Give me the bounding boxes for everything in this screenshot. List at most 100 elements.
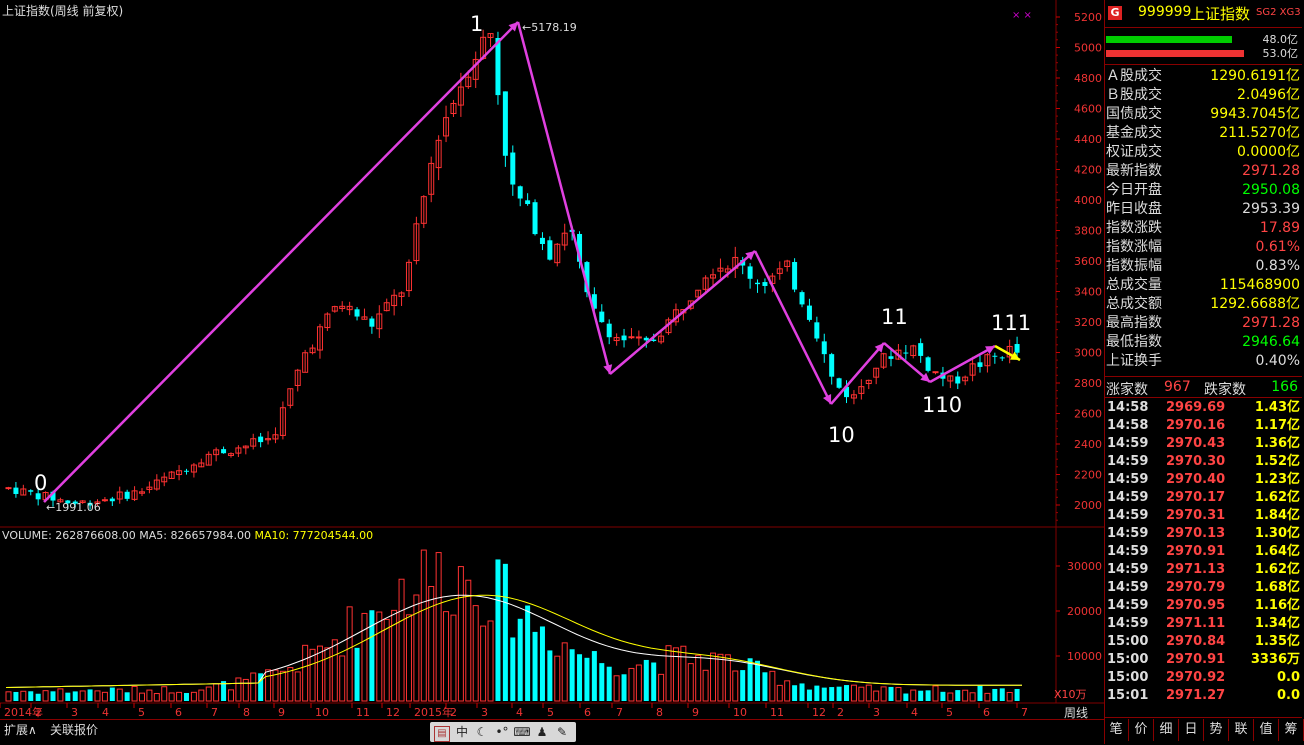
volume-bar — [72, 691, 78, 701]
volume-bar — [1014, 688, 1020, 701]
price-tick-label: 2200 — [1074, 469, 1102, 482]
stat-row: 最低指数 2946.64 — [1104, 333, 1302, 352]
volume-bar — [79, 690, 86, 702]
dot-icon[interactable]: •° — [492, 722, 512, 742]
user-icon[interactable]: ♟ — [532, 722, 552, 742]
panel-tab[interactable]: 价 — [1129, 719, 1154, 741]
candle-body — [903, 352, 909, 354]
price-tick-label: 4000 — [1074, 194, 1102, 207]
volume-bar — [888, 686, 894, 701]
tick-price: 2970.79 — [1166, 580, 1226, 595]
volume-bar — [20, 690, 27, 702]
candle-body — [5, 487, 12, 490]
wrench-icon[interactable]: ✎ — [552, 722, 572, 742]
volume-bar — [405, 614, 412, 702]
divider — [1104, 376, 1302, 377]
panel-tab[interactable]: 日 — [1179, 719, 1204, 741]
volume-bar — [161, 686, 168, 702]
volume-bar — [443, 611, 450, 702]
volume-bar — [947, 692, 954, 702]
volume-bar — [769, 670, 776, 702]
time-tick-label: 2 — [837, 706, 844, 719]
tick-price: 2970.91 — [1166, 652, 1226, 667]
stat-label: 指数涨幅 — [1106, 239, 1162, 255]
toolbar: ▤ 中 ☾ •° ⌨ ♟ ✎ — [430, 722, 576, 742]
price-tick-label: 3000 — [1074, 347, 1102, 360]
panel-tab[interactable]: 细 — [1154, 719, 1179, 741]
volume-bar — [413, 594, 420, 702]
advance-decline-row: 涨家数 967 跌家数 166 — [1106, 379, 1300, 398]
tick-time: 14:58 — [1107, 418, 1149, 433]
tick-amount: 1.35亿 — [1254, 634, 1300, 649]
wave-line — [43, 21, 519, 503]
tick-price: 2970.40 — [1166, 472, 1226, 487]
price-tick-label: 2800 — [1074, 377, 1102, 390]
stat-row: 国债成交 9943.7045亿 — [1104, 105, 1302, 124]
stat-row: 最高指数 2971.28 — [1104, 314, 1302, 333]
panel-tab[interactable]: 值 — [1254, 719, 1279, 741]
tick-price: 2970.92 — [1166, 670, 1226, 685]
related-quote-button[interactable]: 关联报价 — [50, 721, 98, 738]
volume-bar — [687, 663, 694, 702]
volume-bar — [643, 659, 649, 701]
tick-time: 14:59 — [1107, 616, 1149, 631]
tick-time: 14:59 — [1107, 436, 1149, 451]
down-count: 166 — [1271, 379, 1298, 395]
tick-row: 14:59 2970.79 1.68亿 — [1104, 579, 1302, 597]
chart-canvas[interactable]: 5200 5000 4800 4600 4400 4200 4000 3800 3600 3400… — [0, 0, 1104, 744]
time-tick-label: 12 — [812, 706, 826, 719]
volume-bar — [532, 631, 538, 701]
candle-body — [643, 337, 649, 341]
corner-marks[interactable]: × × — [1012, 10, 1032, 21]
panel-logo-icon[interactable]: G — [1108, 6, 1122, 20]
up-count: 967 — [1164, 379, 1191, 395]
time-tick-label: 7 — [211, 706, 218, 719]
moon-icon[interactable]: ☾ — [472, 722, 492, 742]
volume-bar — [925, 690, 931, 701]
volume-bar — [599, 663, 605, 701]
tick-time: 15:00 — [1107, 634, 1149, 649]
stat-row: 昨日收盘 2953.39 — [1104, 200, 1302, 219]
volume-bar — [561, 642, 568, 702]
stat-label: 指数振幅 — [1106, 258, 1162, 274]
keyboard-icon[interactable]: ⌨ — [512, 722, 532, 742]
chinese-input-icon[interactable]: 中 — [452, 722, 472, 742]
time-tick-label: 11 — [770, 706, 784, 719]
tick-amount: 1.62亿 — [1254, 490, 1300, 505]
tick-price: 2970.30 — [1166, 454, 1226, 469]
expand-button[interactable]: 扩展∧ — [4, 721, 37, 738]
panel-tab[interactable]: 筹 — [1279, 719, 1304, 741]
volume-bar — [517, 618, 523, 701]
volume-bar — [999, 688, 1005, 701]
volume-tick-label: 30000 — [1067, 560, 1102, 573]
price-tick-label: 3200 — [1074, 316, 1102, 329]
volume-bar — [799, 683, 805, 701]
volume-bar — [710, 652, 717, 702]
panel-tab[interactable]: 联 — [1229, 719, 1254, 741]
chart-mode-icon[interactable]: ▤ — [434, 726, 450, 742]
volume-bar — [146, 689, 153, 702]
panel-tab[interactable]: 势 — [1204, 719, 1229, 741]
volume-bar — [829, 687, 835, 701]
volume-bar — [747, 658, 753, 701]
volume-bar — [13, 691, 19, 701]
price-tick-label: 5200 — [1074, 11, 1102, 24]
candle-body — [628, 336, 635, 339]
volume-bar — [57, 688, 64, 702]
panel-tab[interactable]: 笔 — [1104, 719, 1129, 741]
volume-bar — [525, 605, 531, 701]
volume-bar — [1006, 691, 1013, 702]
tick-time: 14:59 — [1107, 472, 1149, 487]
tick-amount: 1.36亿 — [1254, 436, 1300, 451]
candle-body — [547, 240, 553, 260]
wave-label: 11 — [881, 305, 908, 329]
volume-bar — [339, 655, 346, 702]
volume-bar — [547, 650, 553, 701]
volume-bar — [242, 678, 249, 702]
stat-label: 基金成交 — [1106, 125, 1162, 141]
tick-row: 15:01 2971.27 0.0 — [1104, 687, 1302, 705]
volume-bar — [895, 687, 902, 702]
volume-bar — [918, 690, 924, 701]
candle-body — [101, 499, 108, 502]
volume-bar — [984, 692, 991, 702]
